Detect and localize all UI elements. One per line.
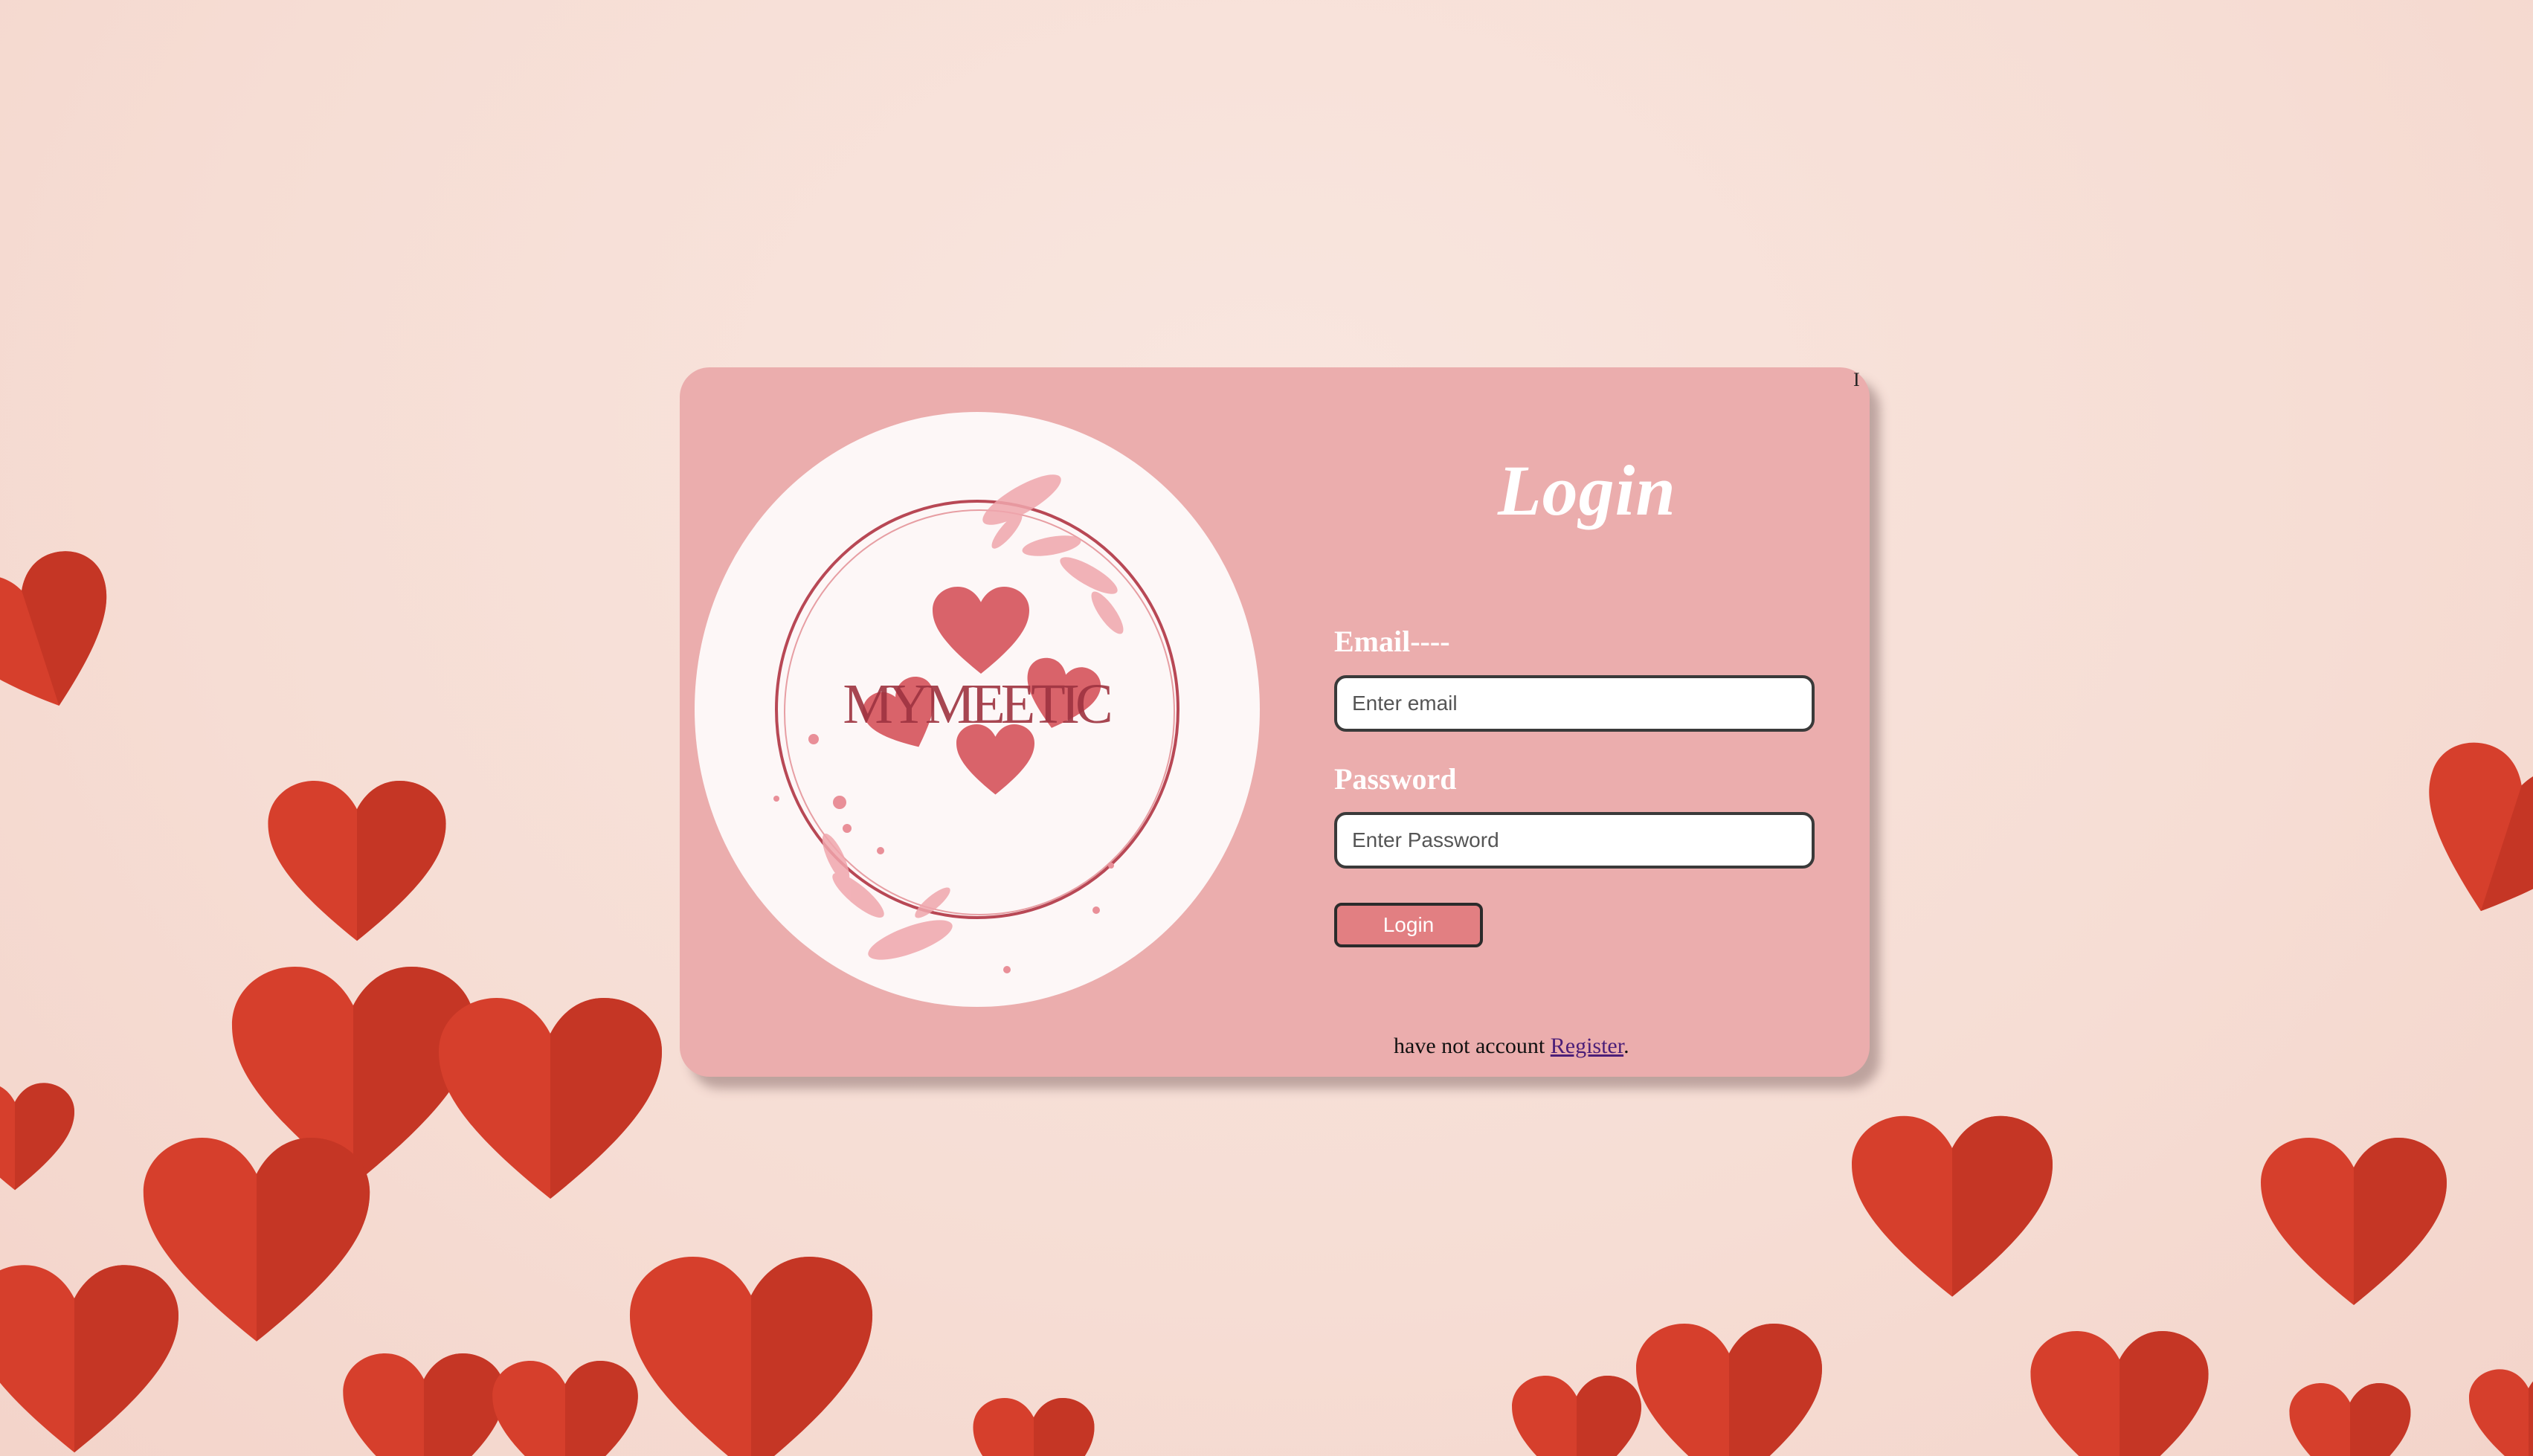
password-label: Password [1334, 762, 1457, 796]
brand-text: MYMEETIC [843, 673, 1110, 735]
password-field[interactable] [1334, 812, 1815, 869]
hearts-wreath-logo-icon: MYMEETIC [773, 474, 1179, 973]
email-label: Email---- [1334, 625, 1450, 658]
login-title: Login [1498, 451, 1676, 530]
text-cursor-icon: I [1853, 369, 1860, 390]
login-card: I MYMEETIC Login Email---- Enter email P… [680, 367, 1870, 1077]
login-button[interactable]: Login [1334, 903, 1483, 947]
brand-logo: MYMEETIC [695, 412, 1260, 1007]
register-prompt: have not account Register. [1394, 1034, 1629, 1059]
register-link[interactable]: Register [1551, 1034, 1623, 1058]
email-field[interactable] [1334, 675, 1815, 732]
register-suffix-text: . [1623, 1034, 1629, 1058]
register-prefix-text: have not account [1394, 1034, 1545, 1058]
